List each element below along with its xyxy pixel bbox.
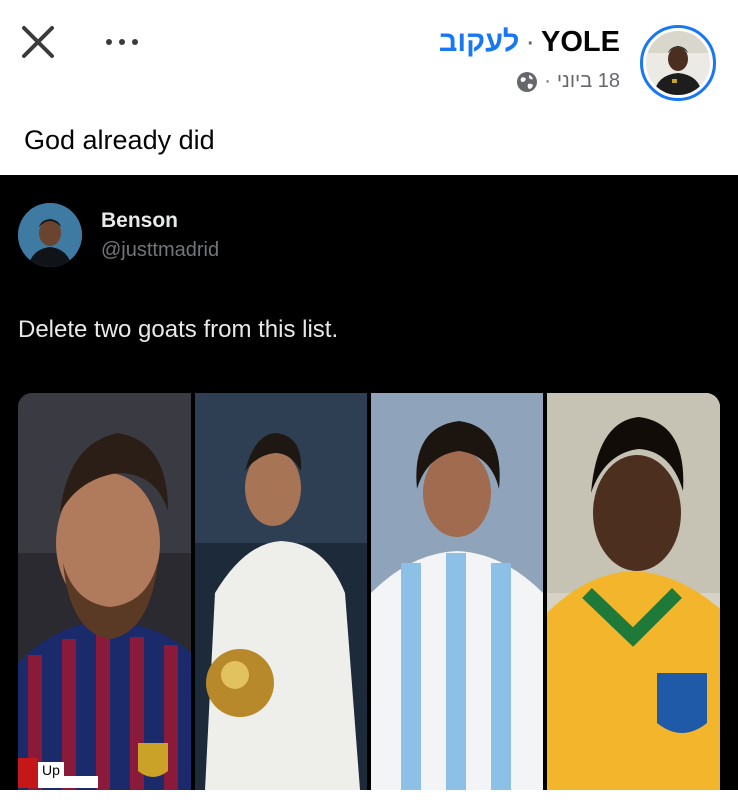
embedded-tweet[interactable]: Benson @justtmadrid Delete two goats fro… xyxy=(0,175,738,790)
maradona-photo[interactable] xyxy=(371,393,543,790)
more-options-button[interactable] xyxy=(100,28,144,56)
globe-icon xyxy=(516,71,538,93)
post-date[interactable]: 18 ביוני xyxy=(557,70,620,92)
post-caption: God already did xyxy=(24,125,215,155)
tweet-avatar[interactable] xyxy=(18,203,82,267)
close-button[interactable] xyxy=(16,20,60,64)
tweet-author-name[interactable]: Benson xyxy=(101,209,178,233)
close-icon xyxy=(22,26,54,58)
ronaldo-photo[interactable] xyxy=(195,393,367,790)
name-separator: · xyxy=(525,26,536,58)
tweet-author-handle[interactable]: @justtmadrid xyxy=(101,239,219,262)
author-avatar[interactable] xyxy=(640,25,716,101)
messi-photo[interactable]: Up xyxy=(18,393,191,790)
meta-separator: · xyxy=(544,70,551,92)
pele-photo[interactable] xyxy=(547,393,720,790)
tweet-photo-grid[interactable]: Up xyxy=(18,393,720,790)
post-author-block: לעקוב · YOLE · 18 ביוני xyxy=(439,24,620,94)
post-header: לעקוב · YOLE · 18 ביוני xyxy=(0,0,738,112)
follow-link[interactable]: לעקוב xyxy=(439,26,520,58)
more-icon xyxy=(106,39,112,45)
tweet-text: Delete two goats from this list. xyxy=(18,316,339,343)
post-footer-spacer xyxy=(0,790,738,804)
author-name[interactable]: YOLE xyxy=(541,26,620,58)
source-watermark: Up xyxy=(18,758,98,788)
